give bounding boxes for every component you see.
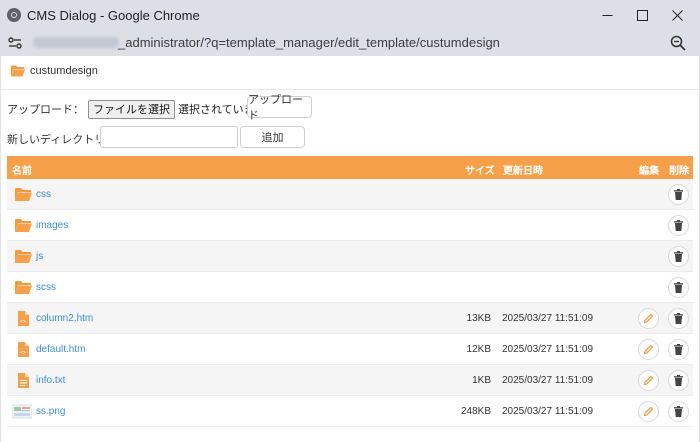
- edit-button[interactable]: [638, 308, 659, 329]
- file-size: 12KB: [466, 344, 491, 355]
- blurred-domain: [33, 37, 119, 48]
- file-size: 248KB: [460, 406, 491, 417]
- file-name-link[interactable]: js: [36, 251, 43, 262]
- file-date: 2025/03/27 11:51:09: [502, 344, 594, 355]
- upload-row: アップロード： ファイルを選択 選択されていません: [7, 98, 276, 120]
- table-header: 名前 サイズ 更新日時 編集 削除: [7, 156, 693, 179]
- pencil-icon: [643, 375, 654, 386]
- trash-icon: [674, 189, 683, 200]
- close-icon: [671, 9, 683, 21]
- header-delete: 削除: [669, 166, 689, 177]
- header-edit: 編集: [639, 166, 659, 177]
- delete-button[interactable]: [668, 370, 689, 391]
- folder-icon: [11, 65, 25, 77]
- file-name-link[interactable]: ss.png: [36, 406, 65, 417]
- delete-button[interactable]: [668, 339, 689, 360]
- file-date: 2025/03/27 11:51:09: [502, 375, 594, 386]
- url-text[interactable]: _administrator/?q=template_manager/edit_…: [118, 35, 500, 50]
- file-name-link[interactable]: images: [36, 220, 68, 231]
- trash-icon: [674, 313, 683, 324]
- folder-icon: [15, 281, 32, 294]
- delete-button[interactable]: [668, 215, 689, 236]
- html-file-icon: <>: [18, 311, 29, 326]
- image-thumbnail[interactable]: [12, 404, 32, 419]
- divider: [1, 89, 699, 90]
- trash-icon: [674, 220, 683, 231]
- breadcrumb: custumdesign: [11, 65, 98, 77]
- svg-text:<>: <>: [20, 319, 26, 325]
- table-row: <> column2.htm 13KB 2025/03/27 11:51:09: [7, 303, 693, 334]
- html-file-icon: <>: [18, 342, 29, 357]
- add-dir-button[interactable]: 追加: [240, 126, 305, 148]
- zoom-icon[interactable]: [669, 34, 687, 52]
- address-bar[interactable]: _administrator/?q=template_manager/edit_…: [0, 30, 700, 56]
- edit-button[interactable]: [638, 370, 659, 391]
- delete-button[interactable]: [668, 308, 689, 329]
- text-file-icon: [18, 373, 29, 388]
- delete-button[interactable]: [668, 246, 689, 267]
- file-list: css images js scss <> column2.htm 13KB 2…: [7, 179, 693, 427]
- file-date: 2025/03/27 11:51:09: [502, 313, 594, 324]
- table-row: info.txt 1KB 2025/03/27 11:51:09: [7, 365, 693, 396]
- file-name-link[interactable]: scss: [36, 282, 56, 293]
- svg-text:<>: <>: [20, 350, 26, 356]
- trash-icon: [674, 406, 683, 417]
- pencil-icon: [643, 313, 654, 324]
- minimize-icon: [602, 14, 612, 16]
- file-name-link[interactable]: css: [36, 189, 51, 200]
- header-name[interactable]: 名前: [12, 162, 32, 177]
- new-dir-input[interactable]: [100, 126, 238, 148]
- dialog-content: custumdesign アップロード： ファイルを選択 選択されていません ア…: [0, 56, 700, 442]
- table-row: scss: [7, 272, 693, 303]
- chrome-icon: [7, 8, 21, 22]
- folder-icon: [15, 250, 32, 263]
- delete-button[interactable]: [668, 277, 689, 298]
- file-size: 13KB: [466, 313, 491, 324]
- folder-icon: [15, 219, 32, 232]
- edit-button[interactable]: [638, 401, 659, 422]
- folder-icon: [15, 188, 32, 201]
- trash-icon: [674, 282, 683, 293]
- file-name-link[interactable]: default.htm: [36, 344, 85, 355]
- site-settings-icon[interactable]: [6, 34, 24, 52]
- upload-label: アップロード：: [7, 104, 84, 116]
- window-titlebar: CMS Dialog - Google Chrome: [0, 0, 700, 30]
- current-folder[interactable]: custumdesign: [30, 65, 98, 77]
- file-name-link[interactable]: info.txt: [36, 375, 65, 386]
- file-size: 1KB: [472, 375, 491, 386]
- upload-button[interactable]: アップロード: [247, 94, 312, 122]
- window-title: CMS Dialog - Google Chrome: [27, 8, 200, 23]
- header-size[interactable]: サイズ: [465, 162, 495, 177]
- table-row: <> default.htm 12KB 2025/03/27 11:51:09: [7, 334, 693, 365]
- header-date[interactable]: 更新日時: [503, 162, 543, 177]
- pencil-icon: [643, 344, 654, 355]
- file-name-link[interactable]: column2.htm: [36, 313, 93, 324]
- trash-icon: [674, 375, 683, 386]
- edit-button[interactable]: [638, 339, 659, 360]
- close-button[interactable]: [654, 0, 700, 30]
- trash-icon: [674, 344, 683, 355]
- table-row: images: [7, 210, 693, 241]
- choose-file-button[interactable]: ファイルを選択: [88, 99, 175, 119]
- table-row: js: [7, 241, 693, 272]
- maximize-icon: [636, 9, 648, 21]
- file-date: 2025/03/27 11:51:09: [502, 406, 594, 417]
- table-row: ss.png 248KB 2025/03/27 11:51:09: [7, 396, 693, 427]
- table-row: css: [7, 179, 693, 210]
- pencil-icon: [643, 406, 654, 417]
- trash-icon: [674, 251, 683, 262]
- delete-button[interactable]: [668, 184, 689, 205]
- delete-button[interactable]: [668, 401, 689, 422]
